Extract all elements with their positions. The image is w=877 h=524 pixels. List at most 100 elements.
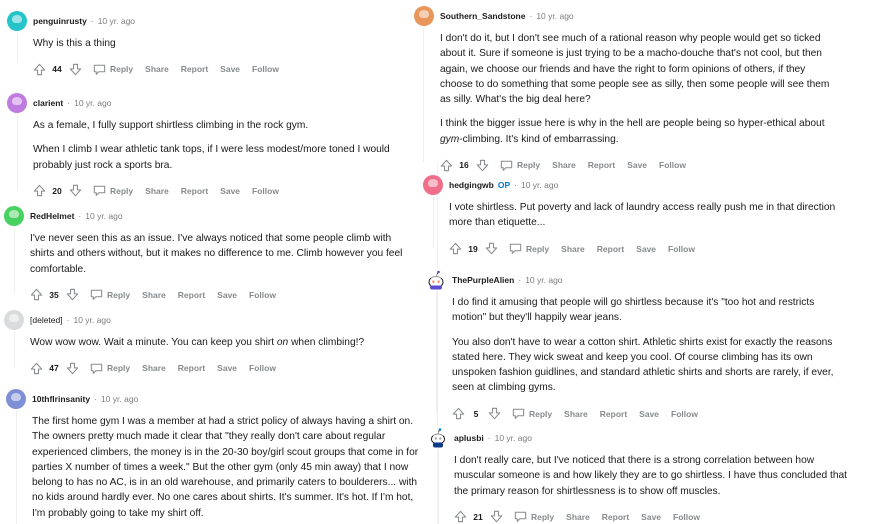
save-button[interactable]: Save (220, 64, 240, 74)
save-button[interactable]: Save (217, 290, 237, 300)
comment-bubble-icon (509, 243, 522, 254)
upvote-icon[interactable] (450, 406, 466, 422)
report-button[interactable]: Report (178, 290, 205, 300)
username[interactable]: ThePurpleAlien (452, 275, 514, 285)
timestamp[interactable]: 10 yr. ago (74, 98, 111, 108)
follow-button[interactable]: Follow (252, 64, 279, 74)
save-button[interactable]: Save (636, 244, 656, 254)
upvote-icon[interactable] (31, 183, 47, 199)
downvote-icon[interactable] (486, 406, 502, 422)
share-button[interactable]: Share (561, 244, 585, 254)
timestamp[interactable]: 10 yr. ago (495, 433, 532, 443)
avatar[interactable] (4, 310, 24, 330)
share-button[interactable]: Share (566, 512, 590, 522)
username[interactable]: RedHelmet (30, 211, 74, 221)
save-button[interactable]: Save (639, 409, 659, 419)
share-button[interactable]: Share (142, 290, 166, 300)
follow-button[interactable]: Follow (659, 160, 686, 170)
comment-actions: 35 Reply Share Report Save Follow (28, 286, 404, 304)
report-button[interactable]: Report (178, 363, 205, 373)
comment-header: hedgingwb OP · 10 yr. ago (423, 175, 843, 195)
avatar[interactable] (6, 389, 26, 409)
vote-score: 16 (459, 160, 469, 171)
downvote-icon[interactable] (64, 287, 80, 303)
snoo-icon[interactable] (428, 428, 448, 448)
reply-button[interactable]: Reply (509, 243, 549, 254)
avatar[interactable] (414, 6, 434, 26)
avatar[interactable] (7, 93, 27, 113)
share-button[interactable]: Share (142, 363, 166, 373)
comment-text: I do find it amusing that people will go… (452, 297, 815, 324)
downvote-icon[interactable] (64, 360, 80, 376)
reply-button[interactable]: Reply (93, 64, 133, 75)
report-button[interactable]: Report (181, 64, 208, 74)
comment: Southern_Sandstone · 10 yr. ago I don't … (414, 6, 834, 174)
save-button[interactable]: Save (627, 160, 647, 170)
separator-dot: · (518, 275, 522, 285)
timestamp[interactable]: 10 yr. ago (85, 211, 122, 221)
reply-button[interactable]: Reply (500, 160, 540, 171)
username[interactable]: hedgingwb (449, 180, 494, 190)
username[interactable]: clarient (33, 98, 63, 108)
reply-label: Reply (110, 64, 134, 75)
vote-score: 21 (473, 511, 483, 522)
avatar[interactable] (423, 175, 443, 195)
follow-button[interactable]: Follow (252, 186, 279, 196)
username[interactable]: aplusbi (454, 433, 484, 443)
vote-score: 20 (52, 185, 62, 196)
share-button[interactable]: Share (145, 64, 169, 74)
share-button[interactable]: Share (564, 409, 588, 419)
follow-button[interactable]: Follow (249, 290, 276, 300)
reply-label: Reply (517, 160, 541, 171)
report-button[interactable]: Report (597, 244, 624, 254)
follow-button[interactable]: Follow (249, 363, 276, 373)
reply-button[interactable]: Reply (90, 363, 130, 374)
timestamp[interactable]: 10 yr. ago (536, 11, 573, 21)
avatar[interactable] (4, 206, 24, 226)
username[interactable]: 10thflrinsanity (32, 394, 90, 404)
timestamp[interactable]: 10 yr. ago (73, 315, 110, 325)
avatar[interactable] (7, 11, 27, 31)
downvote-icon[interactable] (67, 61, 83, 77)
report-button[interactable]: Report (588, 160, 615, 170)
downvote-icon[interactable] (474, 157, 490, 173)
timestamp[interactable]: 10 yr. ago (98, 16, 135, 26)
save-button[interactable]: Save (217, 363, 237, 373)
reply-button[interactable]: Reply (90, 289, 130, 301)
upvote-icon[interactable] (438, 157, 454, 173)
timestamp[interactable]: 10 yr. ago (521, 180, 558, 190)
timestamp[interactable]: 10 yr. ago (525, 275, 562, 285)
reply-button[interactable]: Reply (512, 408, 552, 420)
upvote-icon[interactable] (28, 287, 44, 303)
report-button[interactable]: Report (181, 186, 208, 196)
save-button[interactable]: Save (220, 186, 240, 196)
username[interactable]: penguinrusty (33, 16, 87, 26)
timestamp[interactable]: 10 yr. ago (101, 394, 138, 404)
follow-button[interactable]: Follow (668, 244, 695, 254)
comment-actions: 19 Reply Share Report Save Follow (447, 240, 843, 258)
comment-bubble-icon (512, 409, 525, 420)
save-button[interactable]: Save (641, 512, 661, 522)
comment-header: aplusbi · 10 yr. ago (428, 428, 848, 448)
upvote-icon[interactable] (31, 61, 47, 77)
share-button[interactable]: Share (552, 160, 576, 170)
report-button[interactable]: Report (602, 512, 629, 522)
share-button[interactable]: Share (145, 186, 169, 196)
upvote-icon[interactable] (447, 241, 463, 257)
upvote-icon[interactable] (452, 509, 468, 524)
snoo-icon[interactable] (426, 270, 446, 290)
follow-button[interactable]: Follow (673, 512, 700, 522)
username[interactable]: [deleted] (30, 315, 63, 325)
username[interactable]: Southern_Sandstone (440, 11, 525, 21)
downvote-icon[interactable] (483, 241, 499, 257)
downvote-icon[interactable] (488, 509, 504, 524)
upvote-icon[interactable] (28, 360, 44, 376)
downvote-icon[interactable] (67, 183, 83, 199)
vote-score: 19 (468, 243, 478, 254)
report-button[interactable]: Report (600, 409, 627, 419)
reply-button[interactable]: Reply (514, 511, 554, 523)
reply-button[interactable]: Reply (93, 185, 133, 197)
separator-dot: · (78, 211, 82, 221)
follow-button[interactable]: Follow (671, 409, 698, 419)
comment-text: Why is this a thing (33, 38, 116, 49)
